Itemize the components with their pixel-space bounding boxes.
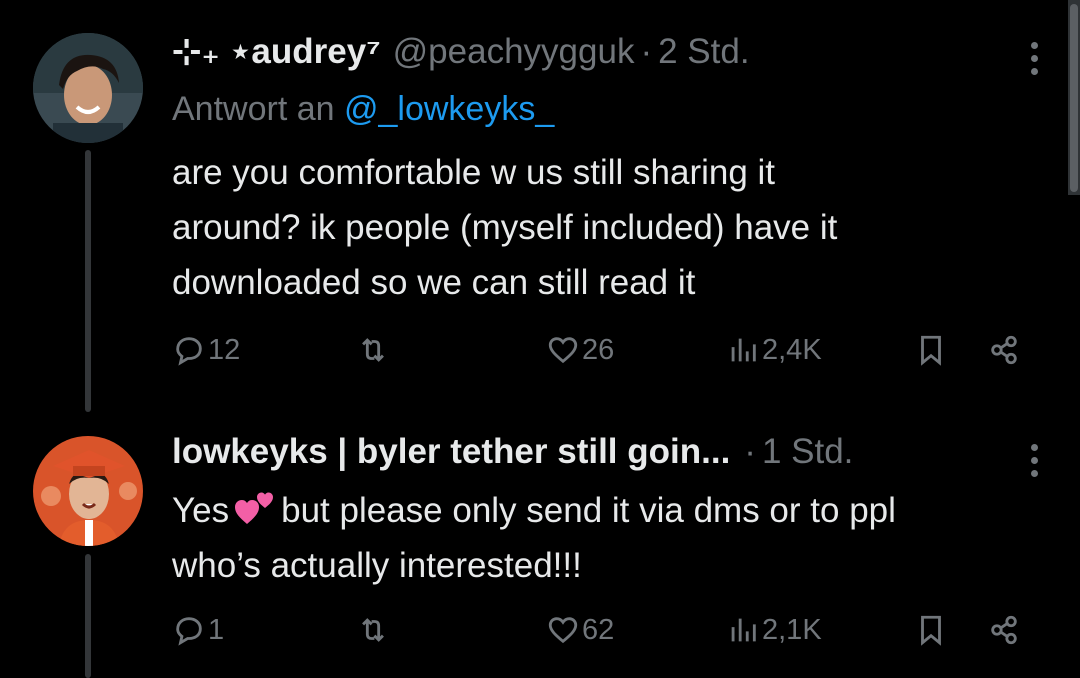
tweet-header: ⊹₊ ⋆audrey⁷ @peachyygguk · 2 Std. — [172, 32, 750, 72]
reply-mention-link[interactable]: @_lowkeyks_ — [344, 90, 554, 128]
bookmark-button[interactable] — [914, 333, 948, 367]
tweet-text-line: are you comfortable w us still sharing i… — [172, 153, 776, 192]
reply-count: 1 — [208, 613, 225, 646]
tweet-text-line: downloaded so we can still read it — [172, 263, 696, 302]
more-dot-icon — [1030, 457, 1038, 464]
reply-icon — [176, 337, 202, 366]
tweet-text: Yes but please only send it via dms or to… — [172, 483, 1052, 593]
reply-count: 12 — [208, 333, 241, 366]
views-button[interactable]: 2,4K — [726, 333, 822, 367]
tweet-text-segment: but please only send it via dms or to pp… — [281, 491, 896, 530]
views-count: 2,4K — [762, 333, 822, 366]
handle[interactable]: @peachyygguk — [393, 32, 635, 72]
thread-line — [85, 554, 91, 678]
reply-icon — [176, 617, 202, 646]
more-options-button[interactable] — [1028, 42, 1040, 75]
like-button[interactable]: 62 — [546, 613, 614, 647]
separator-dot: · — [640, 32, 653, 71]
more-dot-icon — [1030, 470, 1038, 477]
bookmark-button[interactable] — [914, 613, 948, 647]
more-dot-icon — [1030, 55, 1038, 62]
share-button[interactable] — [987, 613, 1021, 647]
display-name[interactable]: ⊹₊ ⋆audrey⁷ — [172, 32, 381, 72]
separator-dot: · — [744, 432, 756, 471]
avatar-boy-smiling-icon — [33, 33, 143, 143]
views-button[interactable]: 2,1K — [726, 613, 822, 647]
two-hearts-emoji-icon — [235, 492, 274, 524]
reply-context: Antwort an @_lowkeyks_ — [172, 90, 554, 129]
views-count: 2,1K — [762, 613, 822, 646]
tweet[interactable]: ⊹₊ ⋆audrey⁷ @peachyygguk · 2 Std. Antwor… — [0, 0, 1080, 412]
avatar[interactable] — [33, 436, 143, 546]
reply-button[interactable]: 12 — [172, 333, 240, 367]
bookmark-icon — [921, 335, 941, 366]
more-dot-icon — [1030, 444, 1038, 451]
heart-icon — [548, 617, 578, 644]
thread-line — [85, 150, 91, 412]
retweet-button[interactable] — [356, 613, 392, 647]
tweet-text-line: Yes but please only send it via dms or to… — [172, 483, 1052, 538]
avatar-graduation-cap-icon — [33, 436, 143, 546]
retweet-icon — [362, 618, 384, 642]
views-chart-icon — [731, 338, 756, 362]
display-name[interactable]: lowkeyks | byler tether still goin... — [172, 432, 730, 472]
tweet-text-line: around? ik people (myself included) have… — [172, 208, 838, 247]
tweet-text-line: who’s actually interested!!! — [172, 546, 582, 585]
more-options-button[interactable] — [1028, 444, 1040, 477]
share-icon — [991, 335, 1017, 365]
like-count: 26 — [582, 333, 615, 366]
retweet-button[interactable] — [356, 333, 392, 367]
views-chart-icon — [731, 618, 756, 642]
tweet-actions: 1 62 2,1K — [172, 613, 1032, 657]
tweet-text-segment: Yes — [172, 491, 230, 530]
heart-icon — [548, 337, 578, 364]
reply-prefix: Antwort an — [172, 90, 335, 128]
like-button[interactable]: 26 — [546, 333, 614, 367]
share-button[interactable] — [987, 333, 1021, 367]
reply-button[interactable]: 1 — [172, 613, 224, 647]
tweet-text: are you comfortable w us still sharing i… — [172, 145, 1052, 310]
more-dot-icon — [1030, 42, 1038, 49]
more-dot-icon — [1030, 68, 1038, 75]
bookmark-icon — [921, 615, 941, 646]
retweet-icon — [362, 338, 384, 362]
tweet-header: lowkeyks | byler tether still goin... · … — [172, 432, 853, 472]
tweet-actions: 12 26 2,4K — [172, 333, 1032, 377]
avatar[interactable] — [33, 33, 143, 143]
share-icon — [991, 615, 1017, 645]
like-count: 62 — [582, 613, 615, 646]
timestamp[interactable]: 2 Std. — [658, 32, 749, 72]
timestamp[interactable]: 1 Std. — [762, 432, 853, 472]
